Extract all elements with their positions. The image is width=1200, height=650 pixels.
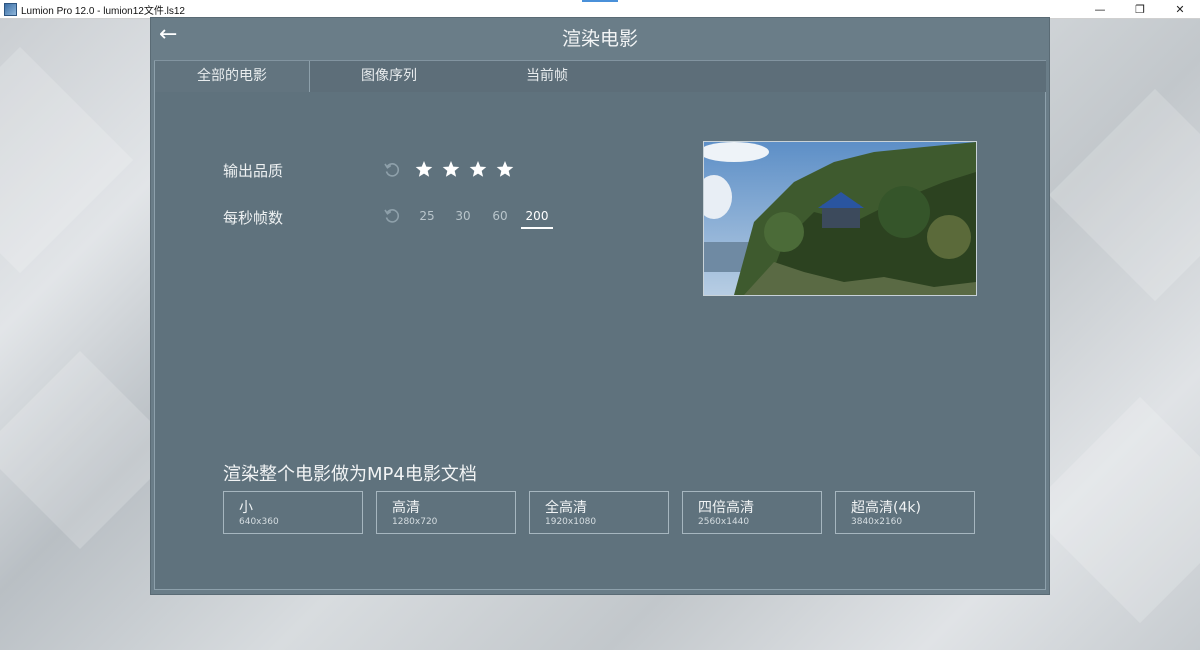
fps-label: 每秒帧数: [223, 209, 284, 227]
fps-option-25[interactable]: 25: [412, 209, 442, 223]
minimize-button[interactable]: —: [1080, 0, 1120, 18]
star-icon[interactable]: [442, 160, 460, 178]
fps-selected-underline: [521, 227, 553, 229]
export-hd-button[interactable]: 高清 1280x720: [376, 491, 516, 534]
resolution-dimensions: 640x360: [239, 517, 279, 527]
export-uhd-4k-button[interactable]: 超高清(4k) 3840x2160: [835, 491, 975, 534]
resolution-name: 小: [239, 500, 253, 516]
tab-image-sequence[interactable]: 图像序列: [314, 61, 464, 93]
star-icon[interactable]: [496, 160, 514, 178]
titlebar-focus-indicator: [582, 0, 618, 2]
resolution-dimensions: 3840x2160: [851, 517, 903, 527]
tab-all-movies[interactable]: 全部的电影: [154, 61, 310, 94]
reset-icon[interactable]: [383, 161, 401, 179]
render-tabs: 全部的电影 图像序列 当前帧: [154, 60, 1046, 94]
quality-label: 输出品质: [223, 162, 284, 180]
export-full-hd-button[interactable]: 全高清 1920x1080: [529, 491, 669, 534]
export-small-button[interactable]: 小 640x360: [223, 491, 363, 534]
resolution-name: 全高清: [545, 500, 587, 516]
movie-preview-image: [703, 141, 977, 296]
resolution-dimensions: 1280x720: [392, 517, 438, 527]
resolution-name: 四倍高清: [698, 500, 754, 516]
window-controls: — ❐ ✕: [1080, 0, 1200, 18]
maximize-button[interactable]: ❐: [1120, 0, 1160, 18]
star-icon[interactable]: [415, 160, 433, 178]
resolution-dimensions: 1920x1080: [545, 517, 597, 527]
reset-icon[interactable]: [383, 207, 401, 225]
resolution-dimensions: 2560x1440: [698, 517, 750, 527]
tab-content: 输出品质 每秒帧数 25 30 60 200 渲染整个电影做为MP4电影文档 小…: [154, 92, 1046, 590]
fps-option-60[interactable]: 60: [485, 209, 515, 223]
background-tile: [1026, 396, 1200, 624]
background-tile: [1048, 88, 1200, 302]
fps-option-30[interactable]: 30: [448, 209, 478, 223]
resolution-name: 高清: [392, 500, 420, 516]
render-movie-panel: ← 渲染电影 全部的电影 图像序列 当前帧 输出品质 每秒帧数 25 30 60…: [151, 18, 1049, 594]
window-title: Lumion Pro 12.0 - lumion12文件.ls12: [21, 5, 185, 17]
fps-option-200[interactable]: 200: [522, 209, 552, 223]
star-icon[interactable]: [469, 160, 487, 178]
resolution-name: 超高清(4k): [851, 500, 921, 516]
app-icon: [4, 2, 17, 16]
export-qhd-button[interactable]: 四倍高清 2560x1440: [682, 491, 822, 534]
mp4-export-title: 渲染整个电影做为MP4电影文档: [223, 464, 477, 485]
window-titlebar: Lumion Pro 12.0 - lumion12文件.ls12 — ❐ ✕: [0, 0, 1200, 19]
tab-current-frame[interactable]: 当前帧: [472, 61, 622, 93]
close-button[interactable]: ✕: [1160, 0, 1200, 18]
background-tile: [0, 46, 134, 274]
panel-title: 渲染电影: [561, 28, 638, 50]
